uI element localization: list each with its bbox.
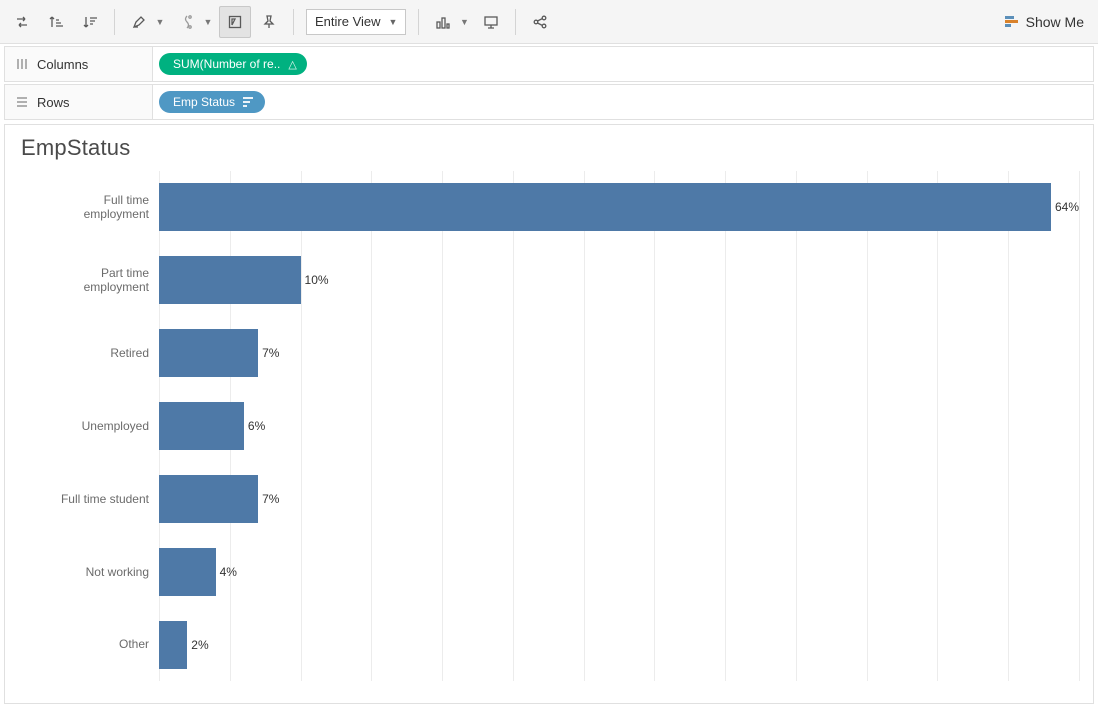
columns-shelf-drop[interactable]: SUM(Number of re.. △: [153, 47, 1093, 81]
show-me-button[interactable]: Show Me: [996, 10, 1092, 34]
visualization-panel: EmpStatus Full time employmentPart time …: [4, 124, 1094, 704]
bar[interactable]: [159, 329, 258, 377]
sort-indicator-icon: [243, 97, 255, 107]
category-label: Full time employment: [19, 171, 159, 244]
value-label: 4%: [220, 565, 237, 579]
sort-desc-icon[interactable]: [74, 6, 106, 38]
bar-row: 2%: [159, 608, 1079, 681]
category-label: Not working: [19, 535, 159, 608]
group-dropdown[interactable]: ▼: [203, 17, 213, 27]
category-label: Unemployed: [19, 390, 159, 463]
columns-label: Columns: [37, 57, 88, 72]
pin-icon[interactable]: [253, 6, 285, 38]
chart-title[interactable]: EmpStatus: [21, 135, 1079, 161]
category-label: Full time student: [19, 462, 159, 535]
chart-type-icon[interactable]: [427, 6, 459, 38]
category-label: Part time employment: [19, 244, 159, 317]
chart-area: Full time employmentPart time employment…: [19, 171, 1079, 681]
value-label: 7%: [262, 346, 279, 360]
separator: [418, 9, 419, 35]
presentation-icon[interactable]: [475, 6, 507, 38]
bar[interactable]: [159, 183, 1051, 231]
value-label: 2%: [191, 638, 208, 652]
value-label: 10%: [305, 273, 329, 287]
rows-pill[interactable]: Emp Status: [159, 91, 265, 113]
fit-mode-select[interactable]: Entire View ▼: [306, 9, 406, 35]
columns-icon: [15, 57, 29, 71]
chart-type-dropdown[interactable]: ▼: [459, 17, 469, 27]
separator: [114, 9, 115, 35]
pill-text: Emp Status: [173, 95, 235, 109]
value-label: 7%: [262, 492, 279, 506]
table-calc-icon: △: [288, 58, 296, 71]
rows-shelf-header: Rows: [5, 85, 153, 119]
rows-shelf: Rows Emp Status: [4, 84, 1094, 120]
bar[interactable]: [159, 621, 187, 669]
bar[interactable]: [159, 256, 301, 304]
category-label: Retired: [19, 317, 159, 390]
bar-row: 4%: [159, 535, 1079, 608]
columns-shelf-header: Columns: [5, 47, 153, 81]
rows-shelf-drop[interactable]: Emp Status: [153, 85, 1093, 119]
bar[interactable]: [159, 548, 216, 596]
plot-area[interactable]: 64% 10% 7% 6% 7% 4% 2%: [159, 171, 1079, 681]
rows-icon: [15, 95, 29, 109]
highlight-dropdown[interactable]: ▼: [155, 17, 165, 27]
swap-icon[interactable]: [6, 6, 38, 38]
show-me-label: Show Me: [1026, 14, 1084, 30]
value-label: 6%: [248, 419, 265, 433]
share-icon[interactable]: [524, 6, 556, 38]
rows-label: Rows: [37, 95, 70, 110]
category-label: Other: [19, 608, 159, 681]
bars-layer: 64% 10% 7% 6% 7% 4% 2%: [159, 171, 1079, 681]
bar-row: 7%: [159, 317, 1079, 390]
separator: [515, 9, 516, 35]
category-axis: Full time employmentPart time employment…: [19, 171, 159, 681]
label-icon[interactable]: [219, 6, 251, 38]
pill-text: SUM(Number of re..: [173, 57, 280, 71]
separator: [293, 9, 294, 35]
chevron-down-icon: ▼: [389, 17, 398, 27]
columns-pill[interactable]: SUM(Number of re.. △: [159, 53, 307, 75]
bar-row: 7%: [159, 462, 1079, 535]
group-icon[interactable]: [171, 6, 203, 38]
fit-mode-value: Entire View: [315, 14, 381, 29]
showme-icon: [1004, 14, 1020, 30]
bar-row: 10%: [159, 244, 1079, 317]
value-label: 64%: [1055, 200, 1079, 214]
columns-shelf: Columns SUM(Number of re.. △: [4, 46, 1094, 82]
bar[interactable]: [159, 475, 258, 523]
toolbar: ▼ ▼ Entire View ▼ ▼: [0, 0, 1098, 44]
bar[interactable]: [159, 402, 244, 450]
sort-asc-icon[interactable]: [40, 6, 72, 38]
bar-row: 64%: [159, 171, 1079, 244]
bar-row: 6%: [159, 390, 1079, 463]
highlight-icon[interactable]: [123, 6, 155, 38]
